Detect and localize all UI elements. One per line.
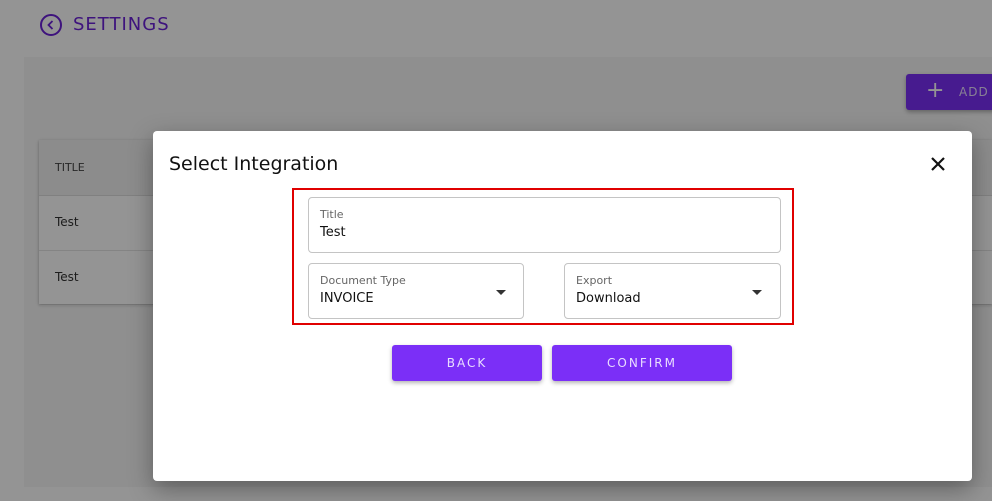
select-integration-dialog: Select Integration Title Test Document T…: [153, 131, 972, 481]
export-select[interactable]: Export Download: [564, 263, 781, 319]
dropdown-arrow-icon: [496, 290, 506, 295]
document-type-select[interactable]: Document Type INVOICE: [308, 263, 524, 319]
confirm-button[interactable]: CONFIRM: [552, 345, 732, 381]
document-type-value: INVOICE: [320, 291, 374, 306]
export-label: Export: [576, 274, 613, 287]
settings-page: SETTINGS + ADD I TITLE Test Test Select …: [0, 0, 992, 501]
title-field-value: Test: [320, 225, 346, 240]
document-type-label: Document Type: [320, 274, 406, 287]
back-button[interactable]: BACK: [392, 345, 542, 381]
dropdown-arrow-icon: [752, 290, 762, 295]
close-icon[interactable]: [927, 153, 949, 175]
export-value: Download: [576, 291, 641, 306]
dialog-title: Select Integration: [169, 153, 339, 175]
title-field-label: Title: [320, 208, 344, 221]
title-field[interactable]: Title Test: [308, 197, 781, 253]
